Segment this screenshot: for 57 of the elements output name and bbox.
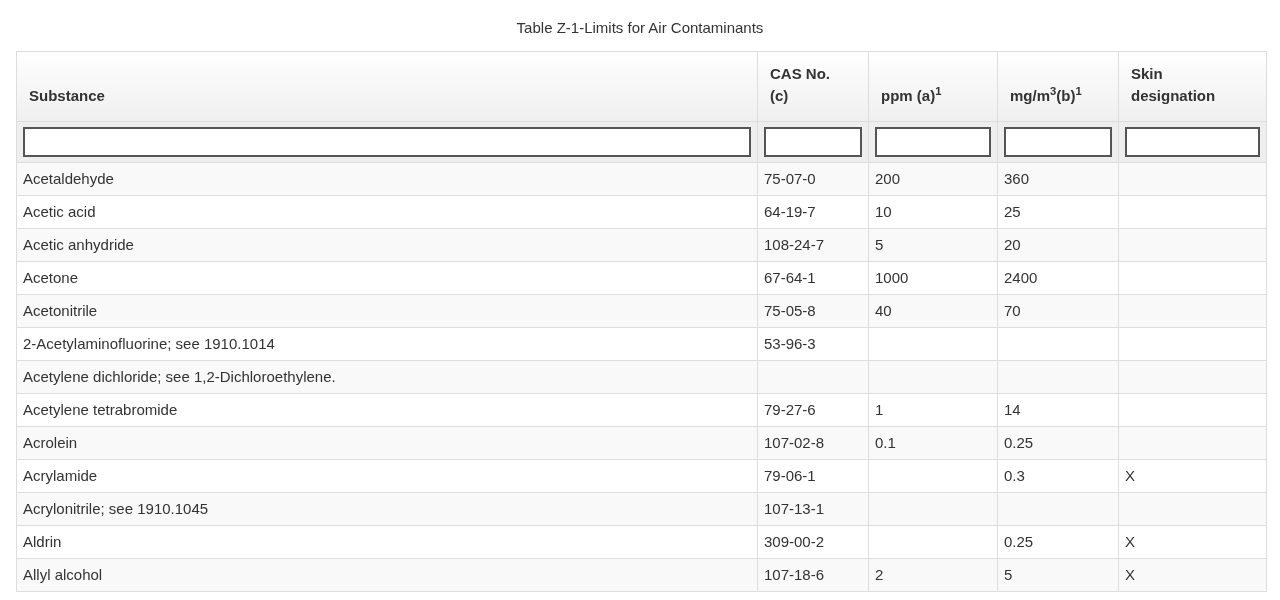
table-cell: Aldrin: [16, 525, 758, 559]
table-cell: Acetylene dichloride; see 1,2-Dichloroethylene.: [16, 360, 758, 394]
table-cell: 25: [997, 195, 1119, 229]
table-cell: 40: [868, 294, 998, 328]
table-cell: 75-05-8: [757, 294, 869, 328]
table-title: Table Z-1-Limits for Air Contaminants: [515, 18, 765, 38]
table-cell: 0.25: [997, 525, 1119, 559]
filter-field[interactable]: [1125, 127, 1260, 157]
table-cell: 20: [997, 228, 1119, 262]
table-cell: 107-18-6: [757, 558, 869, 592]
filter-field[interactable]: [23, 127, 751, 157]
table-cell: 0.3: [997, 459, 1119, 493]
table-cell: X: [1118, 525, 1267, 559]
table-cell: 70: [997, 294, 1119, 328]
table-cell: Acrylamide: [16, 459, 758, 493]
table-cell: X: [1118, 459, 1267, 493]
table-cell: X: [1118, 558, 1267, 592]
table-cell: 53-96-3: [757, 327, 869, 361]
table-cell: 79-06-1: [757, 459, 869, 493]
table-cell: 14: [997, 393, 1119, 427]
table-cell: Acetone: [16, 261, 758, 295]
table-cell: 2: [868, 558, 998, 592]
table-cell: 2-Acetylaminofluorine; see 1910.1014: [16, 327, 758, 361]
table-cell: Acetic acid: [16, 195, 758, 229]
table-cell: 2400: [997, 261, 1119, 295]
table-cell: 79-27-6: [757, 393, 869, 427]
table-cell: 309-00-2: [757, 525, 869, 559]
table-cell: 1000: [868, 261, 998, 295]
filter-field[interactable]: [764, 127, 862, 157]
table-cell: 0.1: [868, 426, 998, 460]
table-cell: 0.25: [997, 426, 1119, 460]
column-header[interactable]: mg/m$^{3}$(b)$^{1}$: [997, 51, 1119, 122]
column-header[interactable]: CAS No. (c): [757, 51, 869, 122]
table-cell: Acetonitrile: [16, 294, 758, 328]
table-cell: Acrylonitrile; see 1910.1045: [16, 492, 758, 526]
table-cell: 64-19-7: [757, 195, 869, 229]
column-header[interactable]: Substance: [16, 51, 758, 122]
table-cell: 108-24-7: [757, 228, 869, 262]
table-cell: 200: [868, 162, 998, 196]
table-cell: 5: [868, 228, 998, 262]
table-cell: Allyl alcohol: [16, 558, 758, 592]
table-cell: Acetic anhydride: [16, 228, 758, 262]
table-cell: 360: [997, 162, 1119, 196]
table-cell: 10: [868, 195, 998, 229]
table-cell: 67-64-1: [757, 261, 869, 295]
table-cell: 5: [997, 558, 1119, 592]
table-cell: 107-02-8: [757, 426, 869, 460]
column-header[interactable]: Skin designation: [1118, 51, 1267, 122]
column-header[interactable]: ppm (a)$^{1}$: [868, 51, 998, 122]
table-cell: Acetaldehyde: [16, 162, 758, 196]
filter-field[interactable]: [1004, 127, 1112, 157]
table-cell: Acetylene tetrabromide: [16, 393, 758, 427]
filter-field[interactable]: [875, 127, 991, 157]
table-cell: 107-13-1: [757, 492, 869, 526]
table-cell: Acrolein: [16, 426, 758, 460]
table-cell: 75-07-0: [757, 162, 869, 196]
table-cell: 1: [868, 393, 998, 427]
